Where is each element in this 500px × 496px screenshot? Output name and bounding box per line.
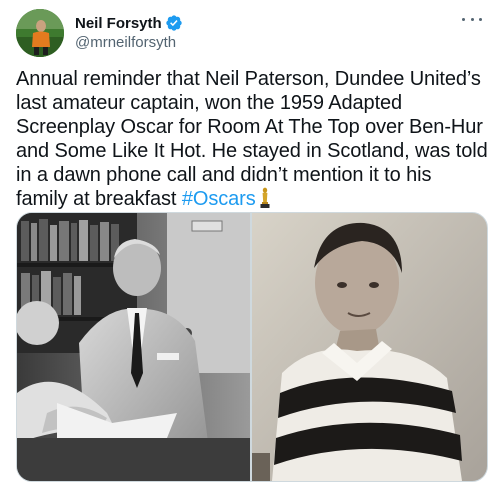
handle[interactable]: @mrneilforsyth — [75, 34, 183, 51]
media-grid — [16, 212, 488, 482]
author-names: Neil Forsyth @mrneilforsyth — [75, 13, 183, 51]
display-name[interactable]: Neil Forsyth — [75, 15, 162, 32]
tweet-card[interactable]: Neil Forsyth @mrneilforsyth Annual remin… — [0, 0, 500, 496]
man-at-desk-photo[interactable] — [17, 213, 250, 481]
verified-badge-icon — [166, 15, 182, 31]
tweet-header: Neil Forsyth @mrneilforsyth — [16, 9, 484, 57]
hashtag-link[interactable]: #Oscars — [182, 188, 256, 210]
more-options-icon[interactable] — [462, 11, 482, 27]
oscar-trophy-icon — [260, 187, 270, 208]
avatar[interactable] — [16, 9, 64, 57]
tweet-text: Annual reminder that Neil Paterson, Dund… — [16, 67, 488, 211]
footballer-portrait-photo[interactable] — [252, 213, 487, 481]
